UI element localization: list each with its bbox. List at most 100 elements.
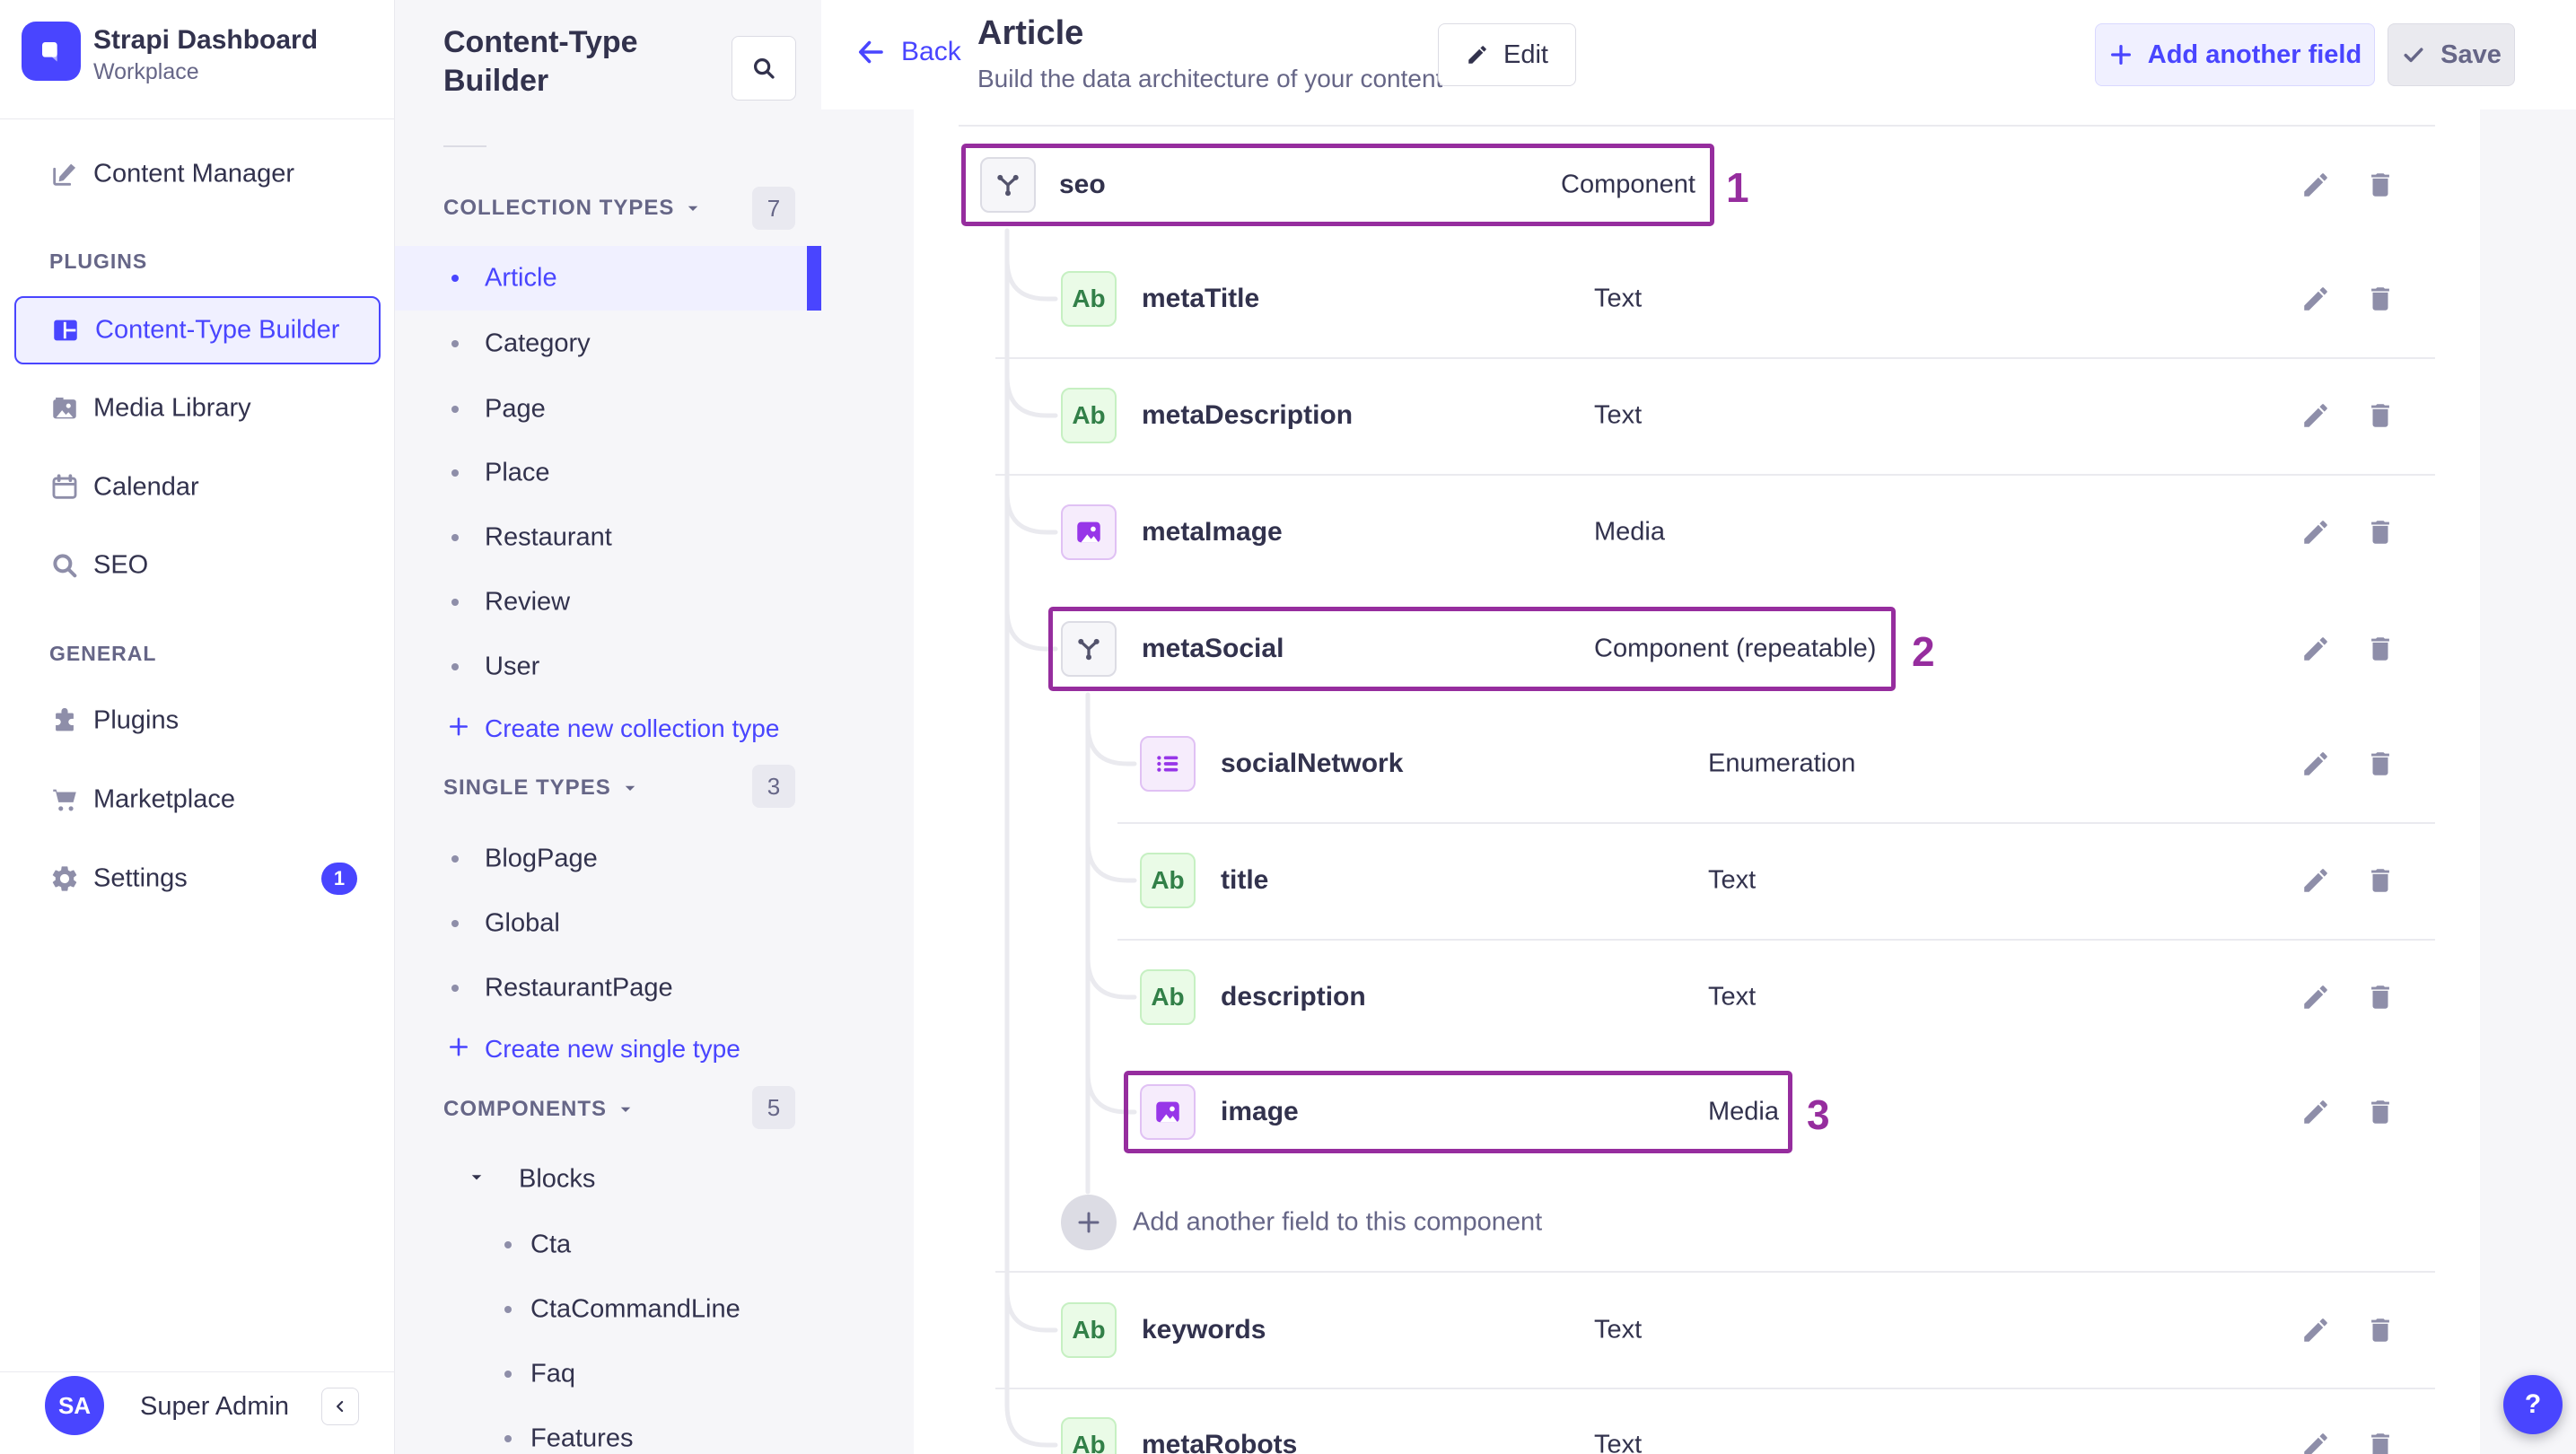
add-field-to-component-row[interactable]: Add another field to this component — [914, 1164, 2480, 1281]
create-new-collection-type-link[interactable]: Create new collection type — [395, 696, 821, 761]
single-types-header[interactable]: SINGLE TYPES — [443, 756, 638, 820]
field-name: metaDescription — [1142, 400, 1354, 430]
pencil-icon — [2304, 287, 2327, 311]
back-link[interactable]: Back — [854, 36, 961, 68]
single-type-blogpage[interactable]: BlogPage — [395, 827, 821, 891]
sidebar-item-content-manager[interactable]: Content Manager — [0, 142, 395, 206]
edit-field-button[interactable] — [2296, 1425, 2335, 1454]
main-content: Back Article Build the data architecture… — [821, 0, 2576, 1454]
search-button[interactable] — [732, 36, 796, 101]
edit-field-button[interactable] — [2296, 396, 2335, 435]
sidebar-item-content-type-builder[interactable]: Content-Type Builder — [14, 296, 381, 364]
field-row-metadescription: Ab metaDescription Text — [914, 357, 2480, 474]
main-header: Back Article Build the data architecture… — [821, 0, 2576, 109]
create-new-single-type-link[interactable]: Create new single type — [395, 1017, 821, 1082]
delete-field-button[interactable] — [2361, 1425, 2400, 1454]
collection-type-place[interactable]: Place — [395, 441, 821, 505]
components-header[interactable]: COMPONENTS — [443, 1077, 634, 1142]
field-type: Text — [1594, 1430, 1643, 1454]
pencil-icon — [2304, 869, 2327, 892]
text-field-icon: Ab — [1140, 969, 1196, 1025]
add-another-field-button[interactable]: Add another field — [2095, 23, 2375, 86]
calendar-icon — [49, 472, 80, 503]
delete-field-button[interactable] — [2361, 977, 2400, 1017]
field-row-socialnetwork: socialNetwork Enumeration — [914, 705, 2480, 822]
fields-card: seo Component Ab metaTitle Text Ab metaD… — [914, 109, 2480, 1454]
help-button[interactable]: ? — [2503, 1375, 2563, 1434]
edit-field-button[interactable] — [2296, 977, 2335, 1017]
edit-button[interactable]: Edit — [1438, 23, 1576, 86]
edit-field-button[interactable] — [2296, 861, 2335, 900]
sidebar-item-seo[interactable]: SEO — [0, 533, 395, 598]
bullet-icon — [504, 1241, 512, 1248]
delete-field-button[interactable] — [2361, 629, 2400, 669]
bullet-icon — [451, 340, 459, 347]
pencil-icon — [2304, 1318, 2327, 1342]
field-type: Text — [1708, 982, 1757, 1012]
bullet-icon — [504, 1435, 512, 1442]
bullet-icon — [451, 406, 459, 413]
text-field-icon: Ab — [1061, 1417, 1117, 1454]
collection-type-article[interactable]: Article — [395, 246, 821, 311]
collection-type-page[interactable]: Page — [395, 377, 821, 442]
chevron-down-icon — [625, 785, 635, 791]
collection-type-user[interactable]: User — [395, 635, 821, 699]
sidebar-item-calendar[interactable]: Calendar — [0, 455, 395, 520]
collection-types-header[interactable]: COLLECTION TYPES — [443, 176, 701, 241]
annotation-number-2: 2 — [1912, 628, 1935, 675]
text-field-icon: Ab — [1061, 271, 1117, 327]
check-icon — [2404, 48, 2423, 63]
edit-field-button[interactable] — [2296, 629, 2335, 669]
delete-field-button[interactable] — [2361, 744, 2400, 784]
edit-field-button[interactable] — [2296, 1092, 2335, 1132]
gear-icon — [49, 863, 80, 894]
collection-type-review[interactable]: Review — [395, 570, 821, 635]
field-row-metatitle: Ab metaTitle Text — [914, 241, 2480, 357]
field-row-description: Ab description Text — [914, 939, 2480, 1055]
component-field-icon — [980, 157, 1036, 213]
sidebar-item-plugins[interactable]: Plugins — [0, 688, 395, 753]
delete-field-button[interactable] — [2361, 396, 2400, 435]
field-name: metaSocial — [1142, 634, 1284, 663]
edit-field-button[interactable] — [2296, 279, 2335, 319]
chevron-down-icon — [469, 1169, 485, 1190]
delete-field-button[interactable] — [2361, 1092, 2400, 1132]
trash-icon — [2371, 404, 2389, 427]
field-name: image — [1221, 1097, 1299, 1126]
edit-field-button[interactable] — [2296, 1310, 2335, 1350]
collapse-sidebar-button[interactable] — [321, 1388, 359, 1425]
edit-field-button[interactable] — [2296, 512, 2335, 552]
bullet-icon — [451, 275, 459, 282]
collection-type-category[interactable]: Category — [395, 311, 821, 376]
delete-field-button[interactable] — [2361, 861, 2400, 900]
add-field-plus-button[interactable] — [1061, 1195, 1117, 1250]
component-cta[interactable]: Cta — [395, 1213, 821, 1277]
plus-icon — [1078, 1212, 1100, 1233]
text-field-icon: Ab — [1061, 1302, 1117, 1358]
delete-field-button[interactable] — [2361, 512, 2400, 552]
field-name: socialNetwork — [1221, 749, 1404, 778]
sidebar-item-marketplace[interactable]: Marketplace — [0, 767, 395, 832]
single-type-restaurantpage[interactable]: RestaurantPage — [395, 956, 821, 1020]
delete-field-button[interactable] — [2361, 1310, 2400, 1350]
component-features[interactable]: Features — [395, 1406, 821, 1454]
trash-icon — [2371, 287, 2389, 311]
component-ctacommandline[interactable]: CtaCommandLine — [395, 1277, 821, 1342]
active-item-scrollbar — [807, 246, 821, 311]
component-group-blocks[interactable]: Blocks — [395, 1147, 821, 1212]
pencil-icon — [2304, 1433, 2327, 1454]
field-type: Text — [1594, 400, 1643, 430]
single-type-global[interactable]: Global — [395, 891, 821, 956]
user-avatar[interactable]: SA — [45, 1376, 104, 1435]
edit-field-button[interactable] — [2296, 165, 2335, 205]
save-button[interactable]: Save — [2388, 23, 2515, 86]
page-subtitle: Build the data architecture of your cont… — [977, 65, 1443, 92]
component-faq[interactable]: Faq — [395, 1342, 821, 1406]
sidebar-item-settings[interactable]: Settings 1 — [0, 846, 395, 911]
sidebar-item-media-library[interactable]: Media Library — [0, 376, 395, 441]
edit-field-button[interactable] — [2296, 744, 2335, 784]
pen-document-icon — [49, 159, 80, 189]
collection-type-restaurant[interactable]: Restaurant — [395, 505, 821, 570]
delete-field-button[interactable] — [2361, 165, 2400, 205]
delete-field-button[interactable] — [2361, 279, 2400, 319]
